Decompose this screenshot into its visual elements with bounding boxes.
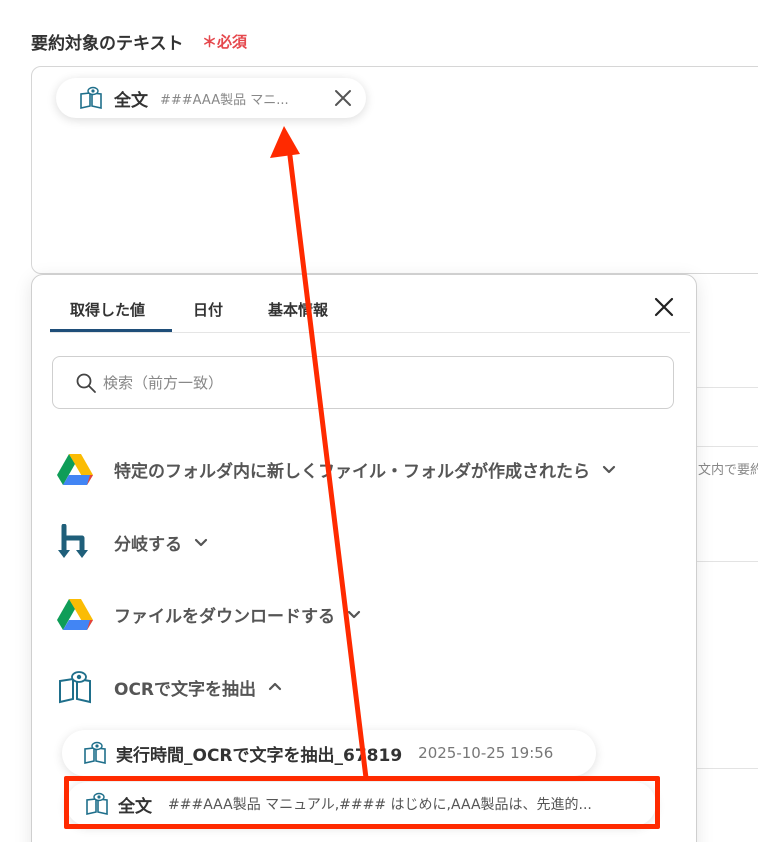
variable-picker-panel: 取得した値 日付 基本情報 特定のフォルダ内に新しくファイル・フォルダが作成され… <box>31 274 697 842</box>
chevron-down-icon[interactable] <box>192 533 210 551</box>
step-download-file[interactable]: ファイルをダウンロードする <box>56 594 363 634</box>
google-drive-icon <box>56 595 94 633</box>
value-item-meta: 2025-10-25 19:56 <box>418 744 554 762</box>
close-icon[interactable] <box>652 295 676 319</box>
value-item-title: 実行時間_OCRで文字を抽出_67819 <box>116 745 403 766</box>
step-label: ファイルをダウンロードする <box>114 606 335 627</box>
google-drive-icon <box>56 450 94 488</box>
step-folder-trigger[interactable]: 特定のフォルダ内に新しくファイル・フォルダが作成されたら <box>56 449 618 489</box>
background-divider <box>697 561 758 562</box>
value-item-meta: ###AAA製品 マニュアル,#### はじめに,AAA製品は、先進的... <box>168 797 592 813</box>
search-icon <box>76 373 96 393</box>
step-ocr[interactable]: OCRで文字を抽出 <box>56 667 284 707</box>
close-icon[interactable] <box>332 87 354 109</box>
background-divider <box>697 387 758 388</box>
search-input[interactable] <box>103 373 603 392</box>
value-item-execution-time[interactable]: 実行時間_OCRで文字を抽出_67819 2025-10-25 19:56 <box>62 730 596 776</box>
book-eye-icon <box>86 792 108 815</box>
value-item-full-text[interactable]: 全文 ###AAA製品 マニュアル,#### はじめに,AAA製品は、先進的..… <box>66 782 656 826</box>
background-help-text: 文内で要約 <box>698 463 758 478</box>
chip-preview: ###AAA製品 マニ... <box>160 92 289 108</box>
value-item-title: 全文 <box>118 796 152 817</box>
chevron-up-icon[interactable] <box>266 678 284 696</box>
branch-icon <box>56 523 94 561</box>
tab-date[interactable]: 日付 <box>193 299 223 320</box>
chevron-down-icon[interactable] <box>600 460 618 478</box>
background-divider <box>697 768 758 769</box>
chip-title: 全文 <box>114 90 148 111</box>
book-eye-icon <box>84 741 106 764</box>
active-tab-indicator <box>50 329 172 332</box>
book-eye-icon <box>80 86 102 109</box>
step-label: OCRで文字を抽出 <box>114 679 257 700</box>
step-label: 分岐する <box>114 534 182 555</box>
inserted-value-chip[interactable]: 全文 ###AAA製品 マニ... <box>56 78 366 118</box>
book-eye-icon <box>56 668 94 706</box>
field-label: 要約対象のテキスト <box>31 34 184 54</box>
tab-acquired-values[interactable]: 取得した値 <box>70 299 145 320</box>
tab-bar: 取得した値 日付 基本情報 <box>50 275 690 333</box>
step-label: 特定のフォルダ内に新しくファイル・フォルダが作成されたら <box>114 461 590 482</box>
background-divider <box>697 446 758 447</box>
required-badge: ＊必須 <box>202 33 248 51</box>
chevron-down-icon[interactable] <box>345 605 363 623</box>
search-box <box>52 356 674 409</box>
step-branch[interactable]: 分岐する <box>56 522 210 562</box>
tab-basic-info[interactable]: 基本情報 <box>268 299 328 320</box>
